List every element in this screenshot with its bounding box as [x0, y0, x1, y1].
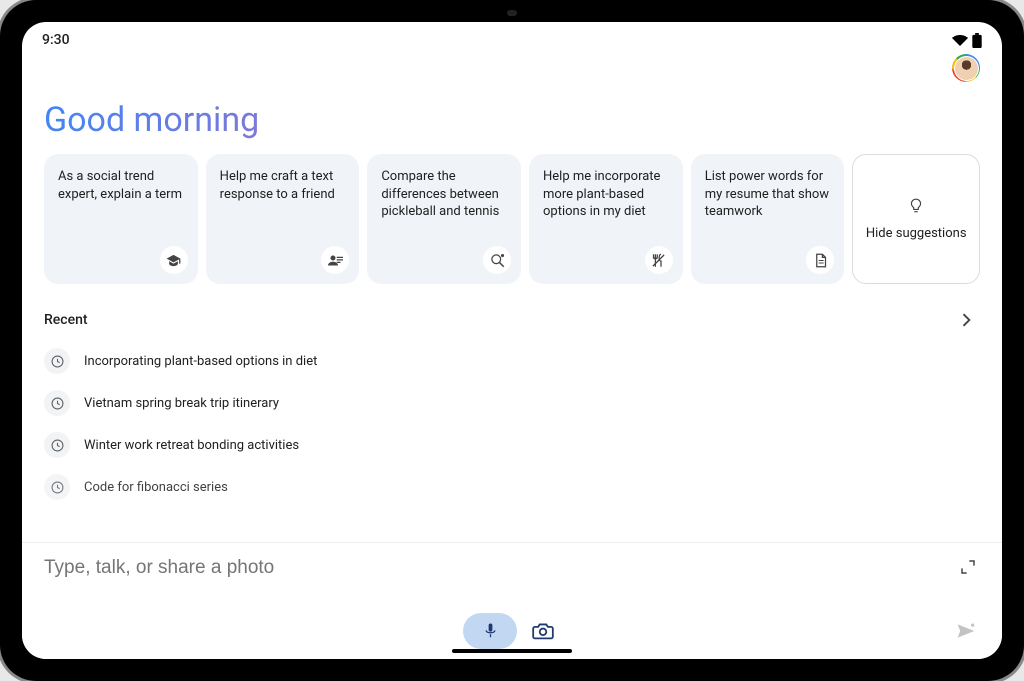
greeting-title: Good morning — [44, 100, 980, 140]
school-icon — [160, 246, 188, 274]
front-camera — [507, 10, 517, 16]
nav-handle[interactable] — [452, 649, 572, 653]
wifi-icon — [952, 34, 968, 46]
recent-expand-button[interactable] — [952, 306, 980, 334]
recent-item[interactable]: Vietnam spring break trip itinerary — [44, 382, 980, 424]
history-icon — [44, 474, 70, 500]
suggestion-text: Help me incorporate more plant-based opt… — [543, 169, 660, 219]
suggestion-text: Compare the differences between pickleba… — [381, 169, 499, 219]
suggestions-row: As a social trend expert, explain a term… — [44, 154, 980, 284]
clock: 9:30 — [42, 32, 70, 48]
camera-button[interactable] — [525, 613, 561, 649]
suggestion-card[interactable]: List power words for my resume that show… — [691, 154, 845, 284]
recent-item-label: Vietnam spring break trip itinerary — [84, 396, 279, 411]
document-icon — [806, 246, 834, 274]
suggestion-card[interactable]: Help me craft a text response to a frien… — [206, 154, 360, 284]
recent-item[interactable]: Incorporating plant-based options in die… — [44, 340, 980, 382]
recent-title: Recent — [44, 312, 88, 328]
profile-avatar[interactable] — [952, 54, 980, 82]
hide-suggestions-button[interactable]: Hide suggestions — [852, 154, 980, 284]
expand-icon[interactable] — [960, 559, 976, 575]
battery-icon — [972, 33, 982, 48]
suggestion-card[interactable]: As a social trend expert, explain a term — [44, 154, 198, 284]
sport-icon — [483, 246, 511, 274]
status-bar: 9:30 — [22, 22, 1002, 54]
hide-suggestions-label: Hide suggestions — [866, 226, 967, 241]
tablet-frame: 9:30 Good morning As a soci — [0, 0, 1024, 681]
screen: 9:30 Good morning As a soci — [22, 22, 1002, 659]
input-bar — [22, 542, 1002, 659]
suggestion-text: List power words for my resume that show… — [705, 169, 829, 219]
suggestion-text: Help me craft a text response to a frien… — [220, 169, 335, 202]
recent-item-label: Winter work retreat bonding activities — [84, 438, 299, 453]
history-icon — [44, 348, 70, 374]
history-icon — [44, 390, 70, 416]
recent-item[interactable]: Winter work retreat bonding activities — [44, 424, 980, 466]
suggestion-card[interactable]: Compare the differences between pickleba… — [367, 154, 521, 284]
food-icon — [645, 246, 673, 274]
recent-item[interactable]: Code for fibonacci series — [44, 466, 980, 508]
recent-header: Recent — [44, 306, 980, 334]
status-icons — [952, 33, 982, 48]
lightbulb-icon — [909, 198, 923, 214]
mic-button[interactable] — [463, 613, 517, 649]
send-button[interactable] — [956, 622, 976, 640]
recent-list: Incorporating plant-based options in die… — [44, 340, 980, 508]
suggestion-text: As a social trend expert, explain a term — [58, 169, 182, 202]
recent-item-label: Code for fibonacci series — [84, 480, 228, 495]
recent-item-label: Incorporating plant-based options in die… — [84, 354, 317, 369]
person-list-icon — [321, 246, 349, 274]
suggestion-card[interactable]: Help me incorporate more plant-based opt… — [529, 154, 683, 284]
history-icon — [44, 432, 70, 458]
prompt-input[interactable] — [44, 557, 793, 579]
